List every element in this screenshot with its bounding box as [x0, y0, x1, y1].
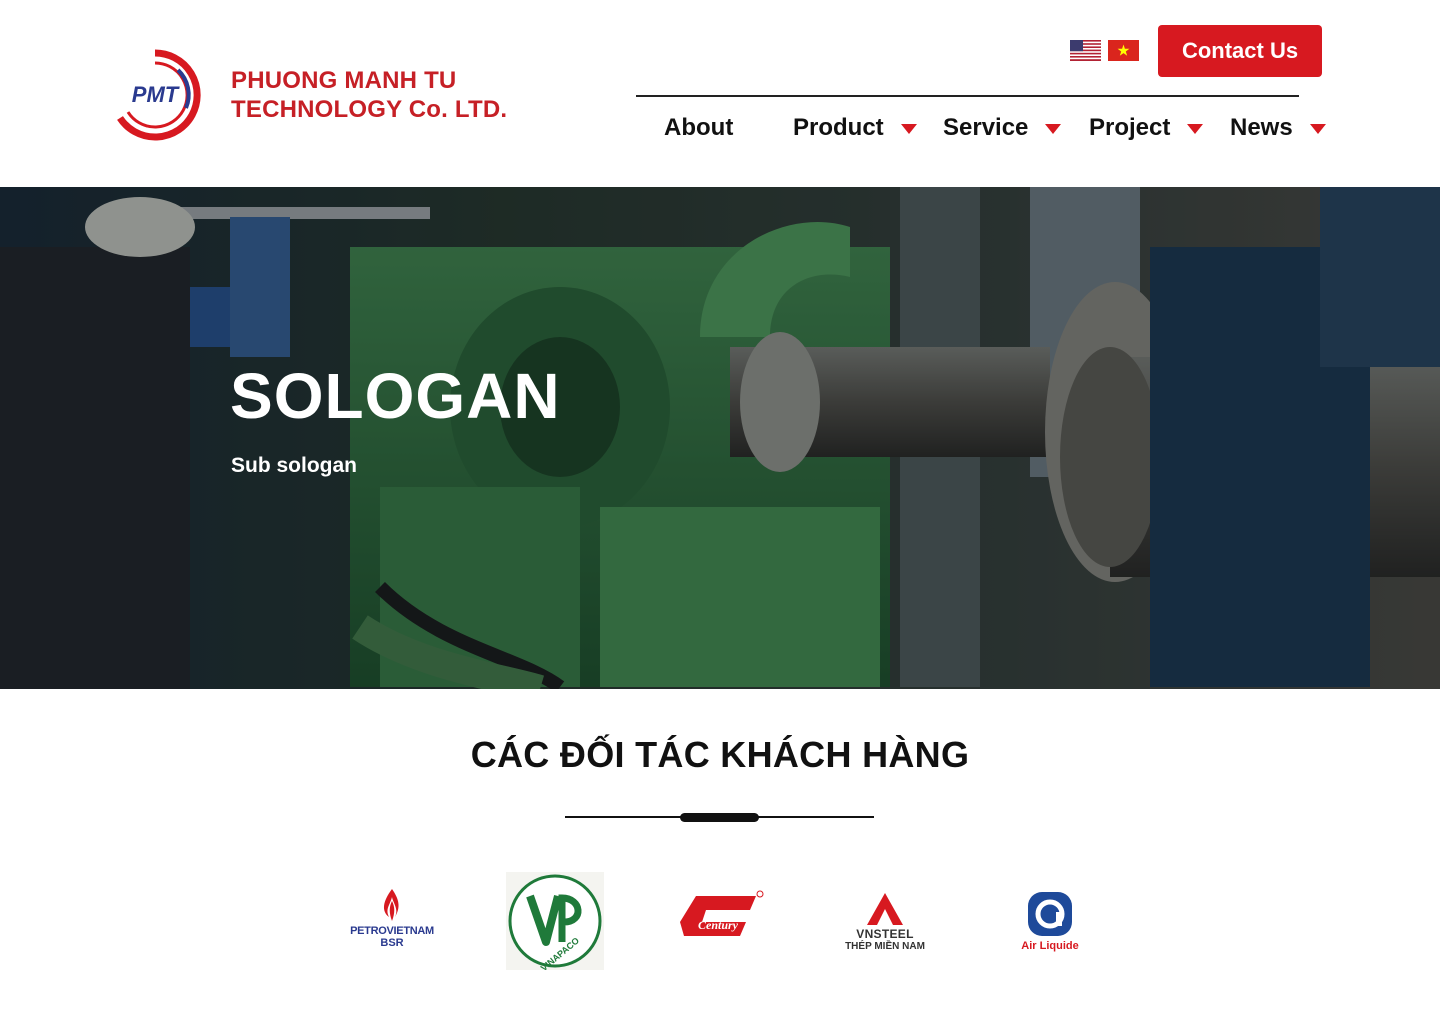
nav-item-project[interactable]: Project: [1089, 114, 1204, 142]
air-liquide-text: Air Liquide: [1021, 940, 1079, 952]
main-nav: About Product Service Project News: [0, 114, 1440, 150]
nav-divider: [636, 95, 1299, 97]
flame-icon: [383, 889, 399, 921]
century-emblem-icon: Century: [680, 890, 764, 936]
company-name-line1: PHUONG MANH TU: [231, 67, 457, 94]
thep-mien-nam-text: THÉP MIỀN NAM: [845, 940, 925, 952]
logo-text: PMT: [132, 82, 180, 107]
caret-down-icon[interactable]: [1187, 124, 1204, 134]
nav-item-label: Project: [1089, 114, 1171, 141]
century-logo[interactable]: Century: [676, 888, 764, 944]
petrovietnam-text: PETROVIETNAM: [350, 925, 434, 937]
vnsteel-text: VNSTEEL: [856, 926, 914, 941]
nav-item-label: Service: [943, 114, 1029, 141]
nav-item-product[interactable]: Product: [793, 114, 917, 142]
hero-subtitle: Sub sologan: [231, 454, 357, 477]
section-divider-pill: [680, 813, 759, 822]
hero-banner: SOLOGAN Sub sologan: [0, 187, 1440, 689]
language-switcher: [1070, 40, 1139, 61]
century-text: Century: [698, 918, 739, 932]
hero-overlay: [0, 187, 1440, 689]
hero-title: SOLOGAN: [230, 360, 561, 432]
site-header: PMT PHUONG MANH TU TECHNOLOGY Co. LTD. C…: [0, 0, 1440, 187]
air-liquide-logo[interactable]: Air Liquide: [1010, 886, 1090, 956]
nav-item-label: About: [664, 114, 734, 141]
caret-down-icon[interactable]: [1309, 124, 1326, 134]
bsr-text: BSR: [380, 937, 404, 949]
vinapaco-emblem-icon: VINAPACO: [506, 872, 604, 970]
petrovietnam-bsr-logo[interactable]: PETROVIETNAM BSR: [350, 882, 434, 954]
partners-title: CÁC ĐỐI TÁC KHÁCH HÀNG: [470, 734, 970, 775]
us-flag-icon[interactable]: [1070, 40, 1101, 61]
nav-item-label: News: [1230, 114, 1293, 141]
caret-down-icon[interactable]: [900, 124, 917, 134]
caret-down-icon[interactable]: [1045, 124, 1062, 134]
nav-item-label: Product: [793, 114, 884, 141]
contact-us-button[interactable]: Contact Us: [1158, 25, 1322, 77]
vnsteel-logo[interactable]: VNSTEEL THÉP MIỀN NAM: [832, 886, 938, 956]
vn-flag-icon[interactable]: [1108, 40, 1139, 61]
vnsteel-emblem-icon: [867, 892, 903, 925]
partner-logos: PETROVIETNAM BSR VINAPACO Century VNSTEE…: [0, 862, 1440, 972]
nav-item-about[interactable]: About: [664, 114, 733, 142]
vinapaco-logo[interactable]: VINAPACO: [506, 872, 604, 970]
nav-item-news[interactable]: News: [1230, 114, 1326, 142]
nav-item-service[interactable]: Service: [943, 114, 1062, 142]
air-liquide-emblem-icon: [1028, 892, 1072, 936]
